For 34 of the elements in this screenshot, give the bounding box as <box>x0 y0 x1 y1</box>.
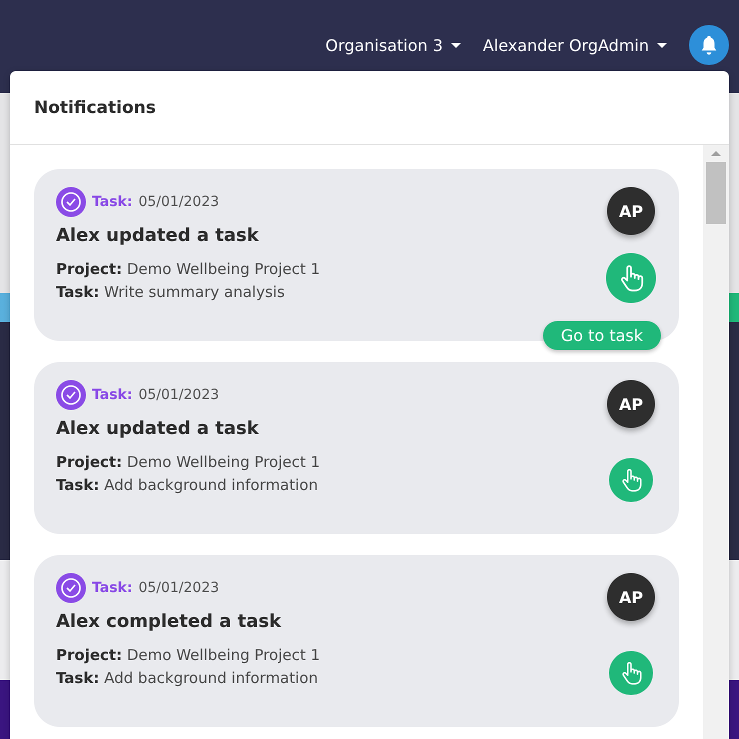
scroll-up-icon[interactable] <box>711 151 721 156</box>
caret-icon <box>450 42 461 48</box>
task-line: Task: Write summary analysis <box>56 282 286 303</box>
notifications-button[interactable] <box>689 25 729 65</box>
organisation-menu[interactable]: Organisation 3 <box>325 22 461 68</box>
tooltip: Go to task <box>542 321 661 350</box>
user-avatar: AP <box>607 187 655 235</box>
check-circle-icon <box>56 187 86 217</box>
go-to-task-button[interactable] <box>609 651 653 695</box>
user-avatar: AP <box>607 380 655 428</box>
notification-type: Task: <box>92 580 132 596</box>
task-line: Task: Add background information <box>56 475 319 496</box>
notification-title: Alex updated a task <box>56 418 260 439</box>
go-to-task-button[interactable] <box>609 458 653 502</box>
notification-date: 05/01/2023 <box>138 194 220 210</box>
task-line: Task: Add background information <box>56 668 319 689</box>
notification-title: Alex updated a task <box>56 225 260 246</box>
project-line: Project: Demo Wellbeing Project 1 <box>56 645 320 666</box>
scrollbar-thumb[interactable] <box>706 162 726 224</box>
check-circle-icon <box>56 573 86 603</box>
notification-title: Alex completed a task <box>56 611 282 632</box>
user-avatar: AP <box>607 573 655 621</box>
notification-date: 05/01/2023 <box>138 387 220 403</box>
notification-date: 05/01/2023 <box>138 580 220 596</box>
go-to-task-button[interactable] <box>606 253 656 303</box>
panel-title: Notifications <box>10 71 729 145</box>
notification-type: Task: <box>92 387 132 403</box>
scrollbar[interactable] <box>703 145 729 739</box>
project-line: Project: Demo Wellbeing Project 1 <box>56 259 320 280</box>
check-circle-icon <box>56 380 86 410</box>
user-menu[interactable]: Alexander OrgAdmin <box>482 22 667 68</box>
caret-icon <box>657 42 667 48</box>
notification-type: Task: <box>92 194 132 210</box>
project-line: Project: Demo Wellbeing Project 1 <box>56 452 320 473</box>
